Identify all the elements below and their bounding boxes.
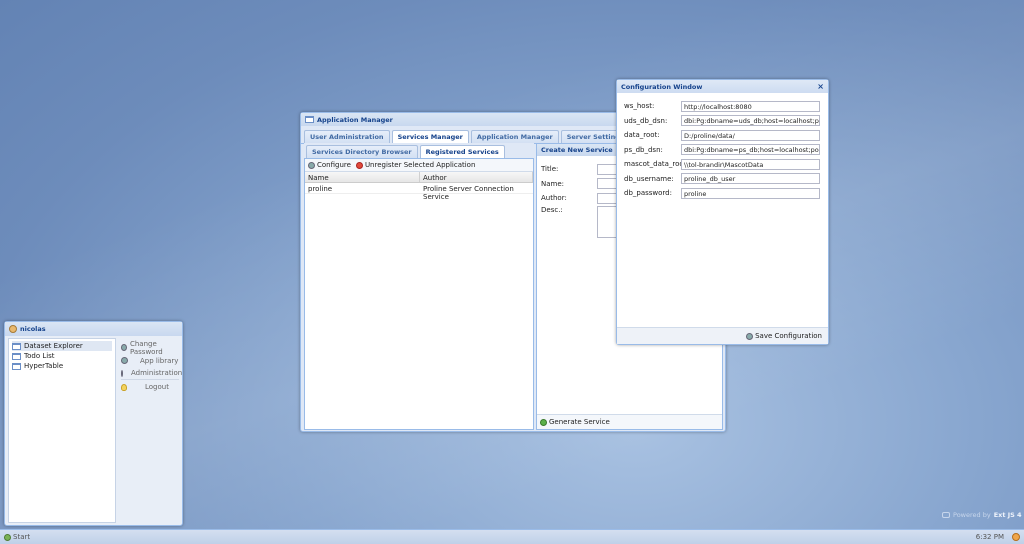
row-name: proline xyxy=(308,185,333,193)
data-root-input[interactable]: D:/proline/data/ xyxy=(681,129,820,141)
menu-item-hypertable[interactable]: HyperTable xyxy=(12,361,112,371)
config-row-mascot-data-root: mascot_data_root: \\tol-brandir\MascotDa… xyxy=(624,157,821,172)
user-icon xyxy=(9,325,17,333)
ps-db-dsn-label: ps_db_dsn: xyxy=(624,145,663,154)
save-configuration-label: Save Configuration xyxy=(755,332,822,340)
generate-service-label: Generate Service xyxy=(549,418,610,426)
unregister-button[interactable]: Unregister Selected Application xyxy=(355,161,476,169)
configuration-footer: Save Configuration xyxy=(617,327,828,344)
start-menu: nicolas Dataset Explorer Todo List Hyper… xyxy=(4,321,183,526)
sub-tabbar: Services Directory Browser Registered Se… xyxy=(304,143,534,159)
app-library-label: App library xyxy=(140,356,179,365)
administration-button[interactable]: Administration xyxy=(121,367,183,380)
row-author: Proline Server Connection Service xyxy=(423,185,514,201)
ws-host-label: ws_host: xyxy=(624,102,655,111)
registered-services-content: Configure Unregister Selected Applicatio… xyxy=(304,159,534,430)
menu-item-dataset-explorer[interactable]: Dataset Explorer xyxy=(12,341,112,351)
config-row-ws-host: ws_host: http://localhost:8080 xyxy=(624,99,821,114)
name-label: Name: xyxy=(541,179,565,188)
delete-icon xyxy=(355,161,363,169)
mascot-data-root-label: mascot_data_root: xyxy=(624,160,689,169)
gear-icon xyxy=(121,357,128,364)
taskbar: Start 6:32 PM xyxy=(0,529,1024,544)
services-grid-header: Name Author xyxy=(305,172,533,183)
start-label: Start xyxy=(13,533,31,541)
powered-by-badge: Powered by Ext JS 4 xyxy=(942,511,1022,519)
administration-label: Administration xyxy=(131,369,183,377)
window-icon xyxy=(305,116,314,123)
window-icon xyxy=(12,352,21,360)
unregister-label: Unregister Selected Application xyxy=(364,161,476,169)
menu-item-todo-list[interactable]: Todo List xyxy=(12,351,112,361)
uds-db-dsn-input[interactable]: dbi:Pg:dbname=uds_db;host=localhost;port… xyxy=(681,115,820,127)
extjs-logo-icon xyxy=(942,512,950,518)
column-author[interactable]: Author xyxy=(420,172,533,182)
logout-label: Logout xyxy=(145,383,169,391)
window-icon xyxy=(12,362,21,370)
configuration-title: Configuration Window xyxy=(621,82,703,91)
configuration-titlebar[interactable]: Configuration Window × xyxy=(617,80,828,93)
gear-icon xyxy=(308,161,315,169)
db-password-input[interactable]: proline xyxy=(681,187,820,199)
config-row-data-root: data_root: D:/proline/data/ xyxy=(624,128,821,143)
powered-by-brand: Ext JS 4 xyxy=(993,511,1022,519)
db-password-label: db_password: xyxy=(624,189,672,198)
configure-button[interactable]: Configure xyxy=(308,161,351,169)
generate-service-button[interactable]: Generate Service xyxy=(540,418,610,426)
tab-application-manager[interactable]: Application Manager xyxy=(470,130,559,143)
db-username-input[interactable]: proline_db_user xyxy=(681,173,820,185)
window-icon xyxy=(12,342,21,350)
configuration-window: Configuration Window × ws_host: http://l… xyxy=(616,79,829,345)
start-menu-items: Dataset Explorer Todo List HyperTable xyxy=(8,338,116,523)
table-row[interactable]: proline Proline Server Connection Servic… xyxy=(305,183,533,201)
tab-services-directory-browser[interactable]: Services Directory Browser xyxy=(306,145,418,158)
logout-button[interactable]: Logout xyxy=(121,380,179,394)
author-label: Author: xyxy=(541,194,567,203)
config-row-uds-db-dsn: uds_db_dsn: dbi:Pg:dbname=uds_db;host=lo… xyxy=(624,114,821,129)
change-password-button[interactable]: Change Password xyxy=(121,339,179,356)
gear-icon xyxy=(121,369,123,377)
mascot-data-root-input[interactable]: \\tol-brandir\MascotData xyxy=(681,158,820,170)
clock: 6:32 PM xyxy=(975,533,1004,541)
tab-registered-services[interactable]: Registered Services xyxy=(419,145,505,158)
db-username-label: db_username: xyxy=(624,174,674,183)
ws-host-input[interactable]: http://localhost:8080 xyxy=(681,100,820,112)
application-manager-title: Application Manager xyxy=(317,115,393,124)
start-menu-header: nicolas xyxy=(5,322,182,336)
add-icon xyxy=(540,418,547,426)
tab-services-manager[interactable]: Services Manager xyxy=(391,130,469,143)
powered-by-label: Powered by xyxy=(953,511,991,519)
configure-label: Configure xyxy=(317,161,351,169)
column-name[interactable]: Name xyxy=(305,172,420,182)
gear-icon xyxy=(121,344,127,351)
lightbulb-icon xyxy=(121,383,127,391)
config-row-db-password: db_password: proline xyxy=(624,186,821,201)
data-root-label: data_root: xyxy=(624,131,660,140)
start-menu-user: nicolas xyxy=(20,325,46,333)
config-row-db-username: db_username: proline_db_user xyxy=(624,172,821,187)
tab-user-administration[interactable]: User Administration xyxy=(304,130,390,143)
save-icon xyxy=(746,332,754,340)
close-icon[interactable]: × xyxy=(817,82,824,91)
config-row-ps-db-dsn: ps_db_dsn: dbi:Pg:dbname=ps_db;host=loca… xyxy=(624,143,821,158)
menu-item-label: Todo List xyxy=(24,352,55,360)
configuration-form: ws_host: http://localhost:8080 uds_db_ds… xyxy=(617,93,828,201)
start-button[interactable]: Start xyxy=(4,533,30,541)
registered-services-panel: Services Directory Browser Registered Se… xyxy=(304,143,534,430)
create-service-footer: Generate Service xyxy=(537,414,722,429)
change-password-label: Change Password xyxy=(129,339,163,356)
services-toolbar: Configure Unregister Selected Applicatio… xyxy=(305,159,533,172)
menu-item-label: HyperTable xyxy=(24,362,64,370)
tray-icon[interactable] xyxy=(1012,533,1020,541)
ps-db-dsn-input[interactable]: dbi:Pg:dbname=ps_db;host=localhost;port=… xyxy=(681,144,820,156)
start-menu-actions: Change Password App library Administrati… xyxy=(119,338,183,523)
menu-item-label: Dataset Explorer xyxy=(24,342,83,350)
desc-label: Desc.: xyxy=(541,205,563,214)
title-label: Title: xyxy=(541,165,559,174)
save-configuration-button[interactable]: Save Configuration xyxy=(746,332,822,340)
app-library-button[interactable]: App library xyxy=(121,354,179,367)
uds-db-dsn-label: uds_db_dsn: xyxy=(624,116,668,125)
start-icon xyxy=(4,533,11,541)
